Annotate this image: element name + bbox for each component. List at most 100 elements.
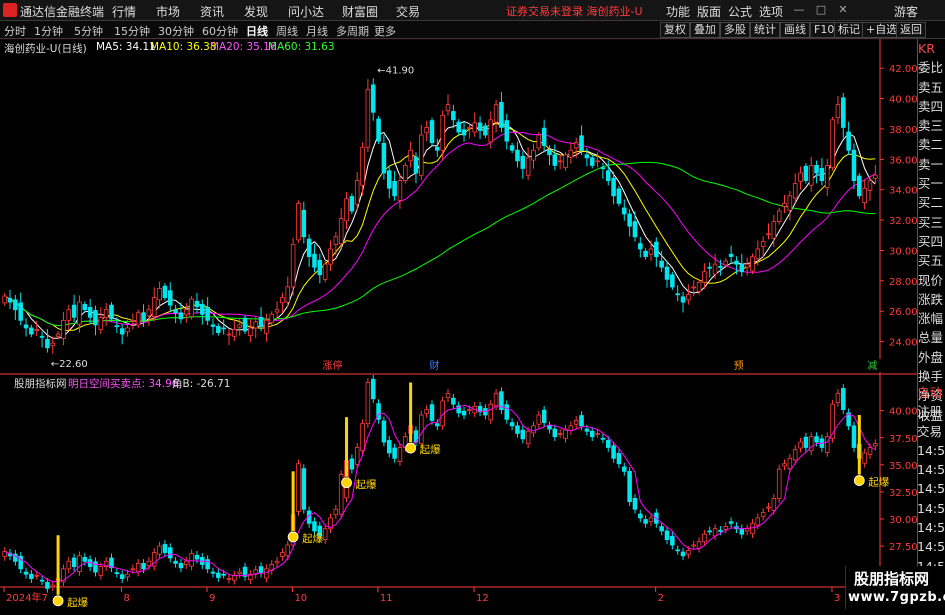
indicator-bar <box>34 574 39 577</box>
period-toolbar: 分时 1分钟 5分钟 15分钟 30分钟 60分钟 日线 周线 月线 多周期 更… <box>0 21 945 39</box>
price-info-bar: 海创药业-U(日线) MA5: 34.11 MA10: 36.38 MA20: … <box>0 40 880 55</box>
side-label: 卖二 <box>918 137 944 153</box>
indicator-bar <box>632 498 638 510</box>
candle-body <box>824 165 830 188</box>
period-5min[interactable]: 5分钟 <box>74 23 103 39</box>
indicator-bar <box>702 533 707 543</box>
candle-body <box>290 243 296 288</box>
candle-body <box>413 156 419 174</box>
indicator-bar <box>824 436 830 453</box>
candle-body <box>39 335 45 338</box>
period-tick[interactable]: 分时 <box>4 23 26 39</box>
period-multi[interactable]: 多周期 <box>336 23 369 39</box>
candle-body <box>814 165 819 174</box>
candle-body <box>365 89 371 148</box>
candle-body <box>349 196 355 212</box>
period-daily[interactable]: 日线 <box>246 23 268 39</box>
date-label: 2 <box>658 593 664 604</box>
candlesticks <box>2 78 878 354</box>
mark-button[interactable]: 标记 <box>834 22 864 38</box>
indicator-bar <box>445 392 451 399</box>
ma10-line <box>4 122 876 331</box>
overlay-button[interactable]: 叠加 <box>690 22 720 38</box>
indicator-bar <box>98 566 104 576</box>
indicator-bar <box>739 528 745 535</box>
signal-bar <box>345 417 349 477</box>
menu-item-market[interactable]: 行情 <box>112 3 136 20</box>
candle-body <box>707 266 713 269</box>
signal-bag-icon <box>52 595 64 607</box>
indicator-bar <box>226 578 232 580</box>
indicator-bar <box>237 571 242 575</box>
multi-stock-button[interactable]: 多股 <box>720 22 750 38</box>
chart-area[interactable]: 起爆起爆起爆起爆起爆 24.0026.0028.0030.0032.0034.0… <box>0 39 917 609</box>
title-bar: 通达信金融终端 行情 市场 资讯 发现 问小达 财富圈 交易 证券交易未登录 海… <box>0 0 945 21</box>
period-monthly[interactable]: 月线 <box>306 23 328 39</box>
candle-body <box>221 327 226 330</box>
menu-item-markets[interactable]: 市场 <box>156 3 180 20</box>
indicator-bar <box>648 517 654 523</box>
maximize-icon[interactable]: □ <box>812 1 830 19</box>
candle-body <box>354 180 360 205</box>
candle-body <box>862 187 867 204</box>
price-tick-label: 38.00 <box>889 125 917 136</box>
draw-line-button[interactable]: 画线 <box>780 22 810 38</box>
period-30min[interactable]: 30分钟 <box>158 23 194 39</box>
candle-body <box>627 213 632 227</box>
side-label: 总量 <box>918 330 944 346</box>
period-60min[interactable]: 60分钟 <box>202 23 238 39</box>
period-1min[interactable]: 1分钟 <box>34 23 63 39</box>
menu-item-formula[interactable]: 公式 <box>728 3 752 20</box>
period-more[interactable]: 更多 <box>374 23 396 39</box>
indicator-bar <box>333 508 339 516</box>
menu-item-trade[interactable]: 交易 <box>396 3 420 20</box>
candle-body <box>285 286 291 303</box>
restore-rights-button[interactable]: 复权 <box>660 22 690 38</box>
back-button[interactable]: 返回 <box>896 22 926 38</box>
candle-body <box>23 324 29 329</box>
guest-button[interactable]: 游客 <box>894 3 918 20</box>
close-icon[interactable]: ✕ <box>834 1 852 19</box>
candle-body <box>819 168 825 181</box>
menu-item-layout[interactable]: 版面 <box>697 3 721 20</box>
period-15min[interactable]: 15分钟 <box>114 23 150 39</box>
indicator-bar <box>616 453 622 465</box>
indicator-bar <box>312 521 317 532</box>
statistics-button[interactable]: 统计 <box>750 22 780 38</box>
candle-body <box>686 294 691 301</box>
candle-body <box>216 326 221 333</box>
minimize-icon[interactable]: — <box>790 1 808 19</box>
candle-body <box>264 319 269 334</box>
menu-item-ask[interactable]: 问小达 <box>288 3 324 20</box>
indicator-bar <box>162 544 168 553</box>
indicator-bar <box>141 563 146 570</box>
candle-body <box>734 260 739 265</box>
menu-item-options[interactable]: 选项 <box>759 3 783 20</box>
candle-body <box>77 301 82 325</box>
trade-side-label: 14:55 <box>917 500 945 516</box>
menu-item-wealth[interactable]: 财富圈 <box>342 3 378 20</box>
candle-body <box>435 146 440 151</box>
period-weekly[interactable]: 周线 <box>276 23 298 39</box>
candle-body <box>632 221 638 238</box>
candle-body <box>440 114 445 151</box>
candle-body <box>755 248 761 260</box>
indicator-bar <box>178 563 184 569</box>
candle-body <box>696 281 702 292</box>
indicator-bar <box>760 512 766 517</box>
candle-body <box>595 160 600 163</box>
date-axis: 2024年7 8 9 10 11 12 2 3 <box>3 587 840 604</box>
indicator-bar <box>285 544 291 557</box>
candle-body <box>776 210 782 223</box>
indicator-bar <box>451 397 456 405</box>
candle-body <box>248 327 253 336</box>
menu-item-news[interactable]: 资讯 <box>200 3 224 20</box>
candle-body <box>723 260 729 266</box>
candle-body <box>536 134 542 149</box>
menu-item-discover[interactable]: 发现 <box>244 3 268 20</box>
signal-bag-icon <box>341 477 352 489</box>
menu-item-function[interactable]: 功能 <box>666 3 690 20</box>
indicator-bar <box>23 571 29 575</box>
candle-body <box>541 127 547 147</box>
indicator-line <box>4 404 876 583</box>
